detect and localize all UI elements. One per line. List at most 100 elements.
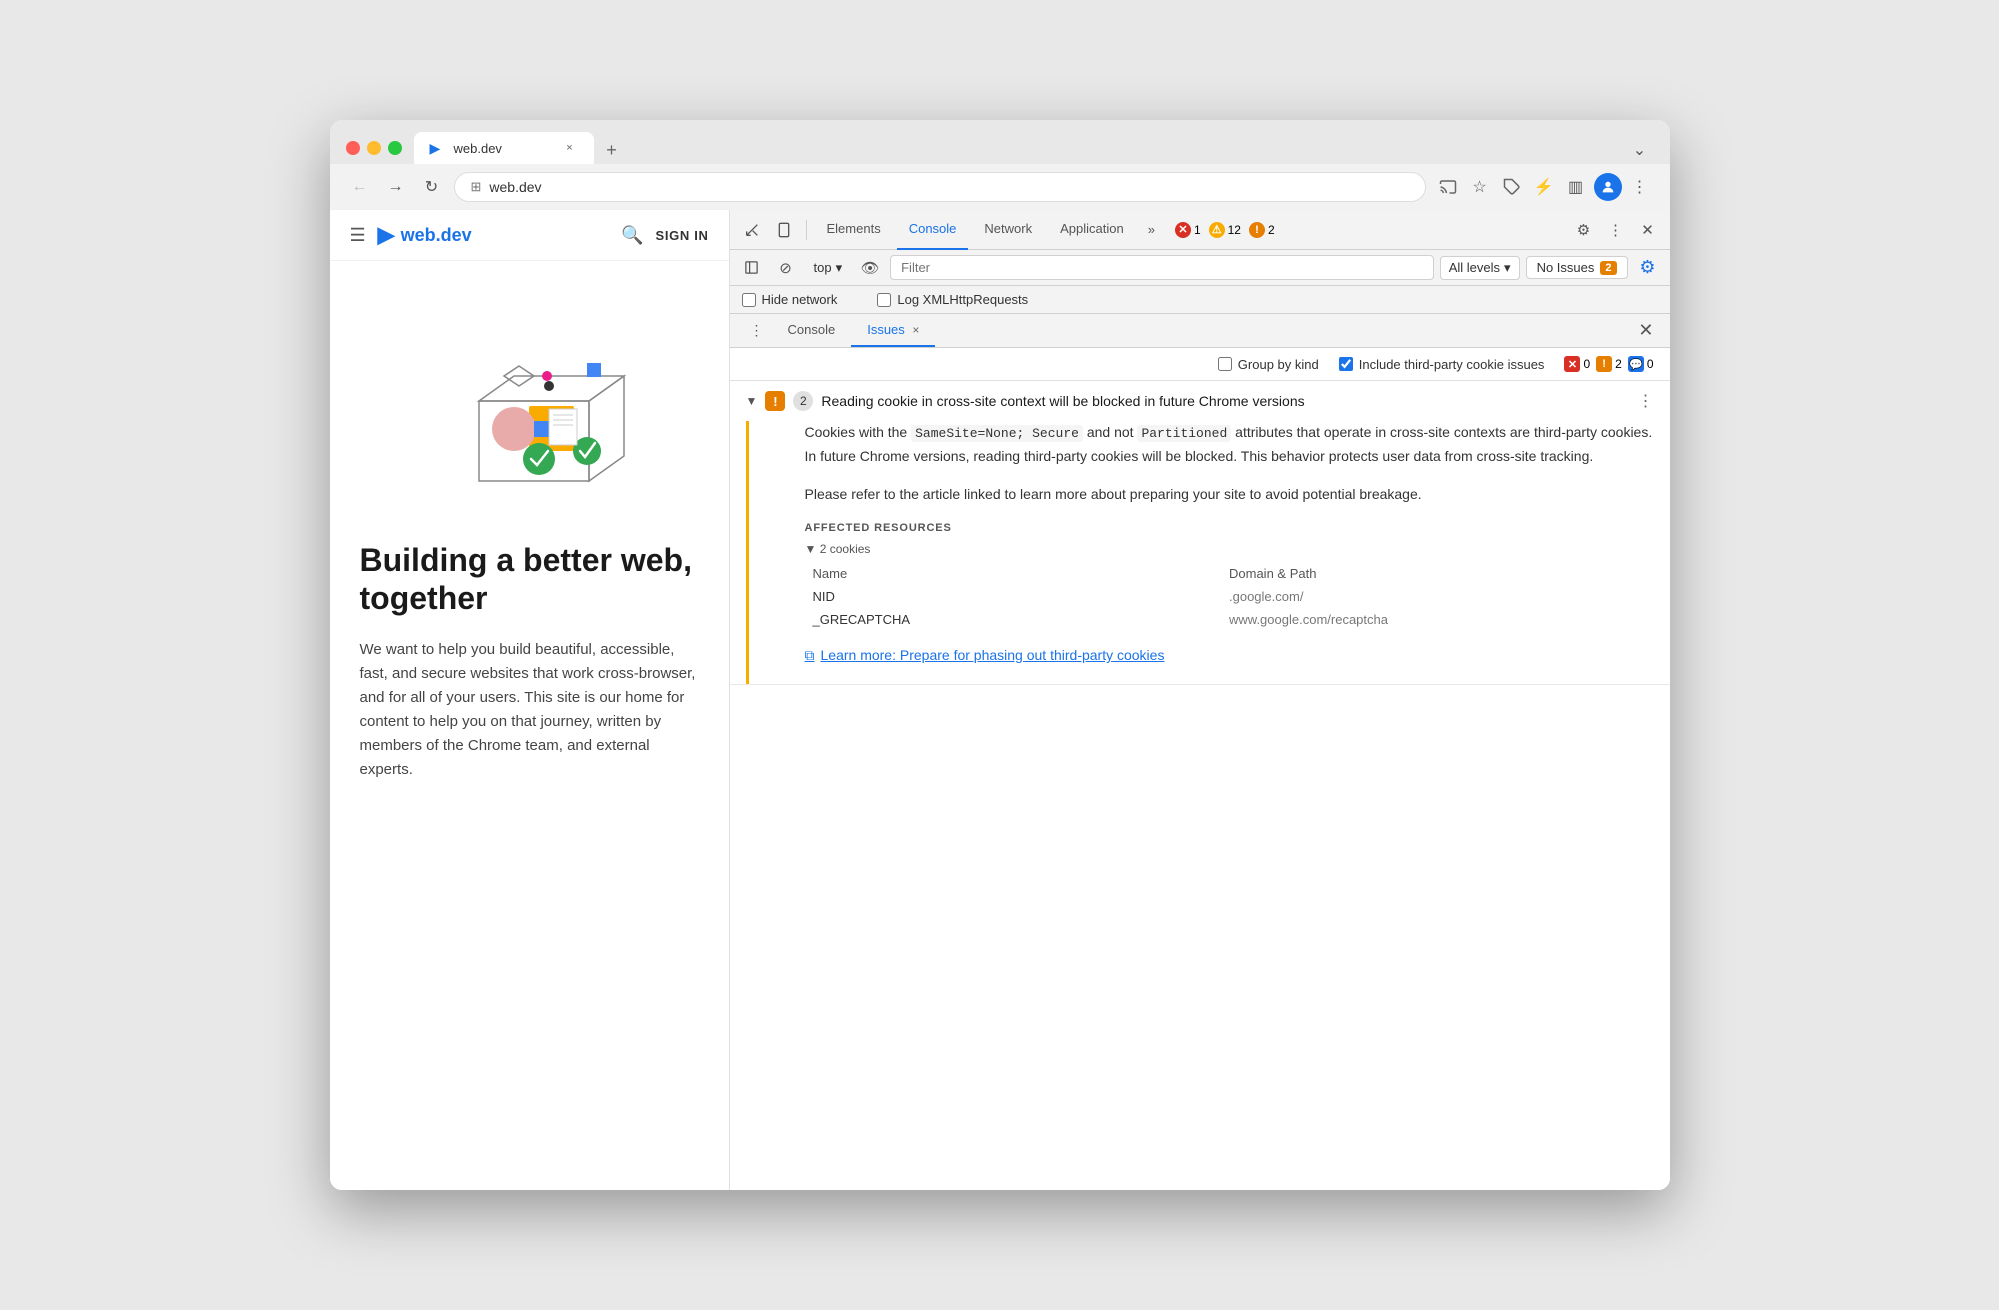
- site-logo-icon: ▶: [378, 222, 395, 248]
- learn-more-link[interactable]: ⧉ Learn more: Prepare for phasing out th…: [805, 647, 1654, 664]
- issues-badge: ! 2: [1249, 222, 1275, 238]
- site-header: ☰ ▶ web.dev 🔍 SIGN IN: [330, 210, 729, 261]
- hide-network-checkbox[interactable]: Hide network: [742, 292, 838, 307]
- device-toggle-button[interactable]: [770, 216, 798, 244]
- new-tab-button[interactable]: +: [598, 136, 626, 164]
- bookmark-button[interactable]: ☆: [1466, 173, 1494, 201]
- error-badge-icon: ✕: [1175, 222, 1191, 238]
- issue-menu-button[interactable]: ⋮: [1638, 391, 1654, 411]
- console-settings-button[interactable]: ⚙: [1634, 254, 1662, 282]
- issue-warning-icon: !: [765, 391, 785, 411]
- inspect-element-button[interactable]: [738, 216, 766, 244]
- affected-resources-label: AFFECTED RESOURCES: [805, 522, 1654, 534]
- sidebar-toggle-button[interactable]: ▥: [1562, 173, 1590, 201]
- log-level-selector[interactable]: All levels ▾: [1440, 256, 1520, 280]
- browser-window: ▶ web.dev × + ⌄ ← → ↻ ⊞ web.dev: [330, 120, 1670, 1190]
- issues-options-bar: Group by kind Include third-party cookie…: [730, 348, 1670, 381]
- site-logo-text: web.dev: [401, 225, 472, 246]
- issues-count-badge: 2: [1268, 223, 1275, 237]
- cookie-domain-1: .google.com/: [1229, 589, 1646, 604]
- issues-tabs-bar: ⋮ Console Issues × ✕: [730, 314, 1670, 348]
- error-count: 1: [1194, 223, 1201, 237]
- site-logo: ▶ web.dev: [378, 222, 472, 248]
- close-button[interactable]: [346, 141, 360, 155]
- hero-illustration: [419, 301, 639, 501]
- close-issues-panel-button[interactable]: ✕: [1634, 316, 1657, 345]
- third-party-cookies-checkbox[interactable]: Include third-party cookie issues: [1339, 357, 1545, 372]
- devtools-close-button[interactable]: ✕: [1634, 216, 1662, 244]
- warning-count: 12: [1228, 223, 1241, 237]
- extension-button[interactable]: [1498, 173, 1526, 201]
- devtools-more-button[interactable]: ⋮: [1602, 216, 1630, 244]
- address-icon: ⊞: [471, 179, 482, 195]
- issues-warning-count: ! 2: [1596, 356, 1622, 372]
- issues-warning-icon: !: [1596, 356, 1612, 372]
- issue-title: Reading cookie in cross-site context wil…: [821, 393, 1629, 409]
- issues-tabs-more[interactable]: ⋮: [742, 314, 772, 347]
- forward-button[interactable]: →: [382, 173, 410, 201]
- tab-console-secondary[interactable]: Console: [772, 314, 852, 347]
- site-search-icon[interactable]: 🔍: [621, 225, 643, 246]
- address-bar[interactable]: ⊞ web.dev: [454, 172, 1426, 202]
- status-badges: ✕ 1 ⚠ 12 ! 2: [1175, 222, 1275, 238]
- tab-network[interactable]: Network: [972, 210, 1044, 250]
- devtools-performance-button[interactable]: ⚡: [1530, 173, 1558, 201]
- cookie-domain-2: www.google.com/recaptcha: [1229, 612, 1646, 627]
- main-area: ☰ ▶ web.dev 🔍 SIGN IN: [330, 210, 1670, 1190]
- clear-console-button[interactable]: ⊘: [772, 254, 800, 282]
- devtools-checkboxes: Hide network Log XMLHttpRequests: [730, 286, 1670, 314]
- col-name-header: Name: [813, 566, 1230, 581]
- cookies-tree-header[interactable]: ▼ 2 cookies: [805, 542, 1654, 556]
- tab-elements[interactable]: Elements: [815, 210, 893, 250]
- toolbar-separator: [806, 220, 807, 240]
- issues-status-counts: ✕ 0 ! 2 💬 0: [1564, 356, 1653, 372]
- warning-badge-icon: ⚠: [1209, 222, 1225, 238]
- active-tab[interactable]: ▶ web.dev ×: [414, 132, 594, 164]
- profile-button[interactable]: [1594, 173, 1622, 201]
- resources-tree: ▼ 2 cookies Name Domain & Path NID .goog…: [805, 542, 1654, 631]
- nav-bar: ← → ↻ ⊞ web.dev ☆ ⚡ ▥: [330, 164, 1670, 210]
- cast-button[interactable]: [1434, 173, 1462, 201]
- cookies-table: Name Domain & Path NID .google.com/ _GRE…: [805, 562, 1654, 631]
- tab-issues[interactable]: Issues ×: [851, 314, 935, 347]
- reload-button[interactable]: ↻: [418, 173, 446, 201]
- issues-info-count: 💬 0: [1628, 356, 1654, 372]
- cookie-name-2: _GRECAPTCHA: [813, 612, 1230, 627]
- issues-content: ▼ ! 2 Reading cookie in cross-site conte…: [730, 381, 1670, 1190]
- site-content: Building a better web, together We want …: [330, 521, 729, 802]
- nav-actions: ☆ ⚡ ▥ ⋮: [1434, 173, 1654, 201]
- tab-console[interactable]: Console: [897, 210, 969, 250]
- hamburger-icon[interactable]: ☰: [350, 225, 366, 246]
- more-tabs-button[interactable]: »: [1140, 222, 1163, 237]
- tab-favicon: ▶: [430, 140, 446, 156]
- tab-overflow-button[interactable]: ⌄: [1626, 136, 1654, 164]
- group-by-kind-checkbox[interactable]: Group by kind: [1218, 357, 1319, 372]
- context-selector[interactable]: top ▾: [806, 257, 851, 279]
- devtools-settings-button[interactable]: ⚙: [1570, 216, 1598, 244]
- col-domain-header: Domain & Path: [1229, 566, 1646, 581]
- issues-tab-close-icon[interactable]: ×: [912, 323, 919, 337]
- live-expression-button[interactable]: 👁: [856, 254, 884, 282]
- filter-input[interactable]: [890, 255, 1434, 280]
- table-row[interactable]: NID .google.com/: [805, 585, 1654, 608]
- issue-body: Cookies with the SameSite=None; Secure a…: [746, 421, 1670, 684]
- minimize-button[interactable]: [367, 141, 381, 155]
- chrome-menu-button[interactable]: ⋮: [1626, 173, 1654, 201]
- site-illustration: [330, 261, 729, 521]
- site-heading: Building a better web, together: [360, 541, 699, 618]
- tab-close-button[interactable]: ×: [562, 140, 578, 156]
- issue-item: ▼ ! 2 Reading cookie in cross-site conte…: [730, 381, 1670, 685]
- cookie-name-1: NID: [813, 589, 1230, 604]
- maximize-button[interactable]: [388, 141, 402, 155]
- warning-badge: ⚠ 12: [1209, 222, 1241, 238]
- issue-item-header[interactable]: ▼ ! 2 Reading cookie in cross-site conte…: [730, 381, 1670, 421]
- sidebar-panel-button[interactable]: [738, 254, 766, 282]
- no-issues-button[interactable]: No Issues 2: [1526, 256, 1628, 279]
- tab-application[interactable]: Application: [1048, 210, 1136, 250]
- table-row[interactable]: _GRECAPTCHA www.google.com/recaptcha: [805, 608, 1654, 631]
- issue-description-1: Cookies with the SameSite=None; Secure a…: [805, 421, 1654, 467]
- log-xmlhttp-checkbox[interactable]: Log XMLHttpRequests: [877, 292, 1028, 307]
- back-button[interactable]: ←: [346, 173, 374, 201]
- site-signin-button[interactable]: SIGN IN: [656, 228, 709, 243]
- issues-info-icon: 💬: [1628, 356, 1644, 372]
